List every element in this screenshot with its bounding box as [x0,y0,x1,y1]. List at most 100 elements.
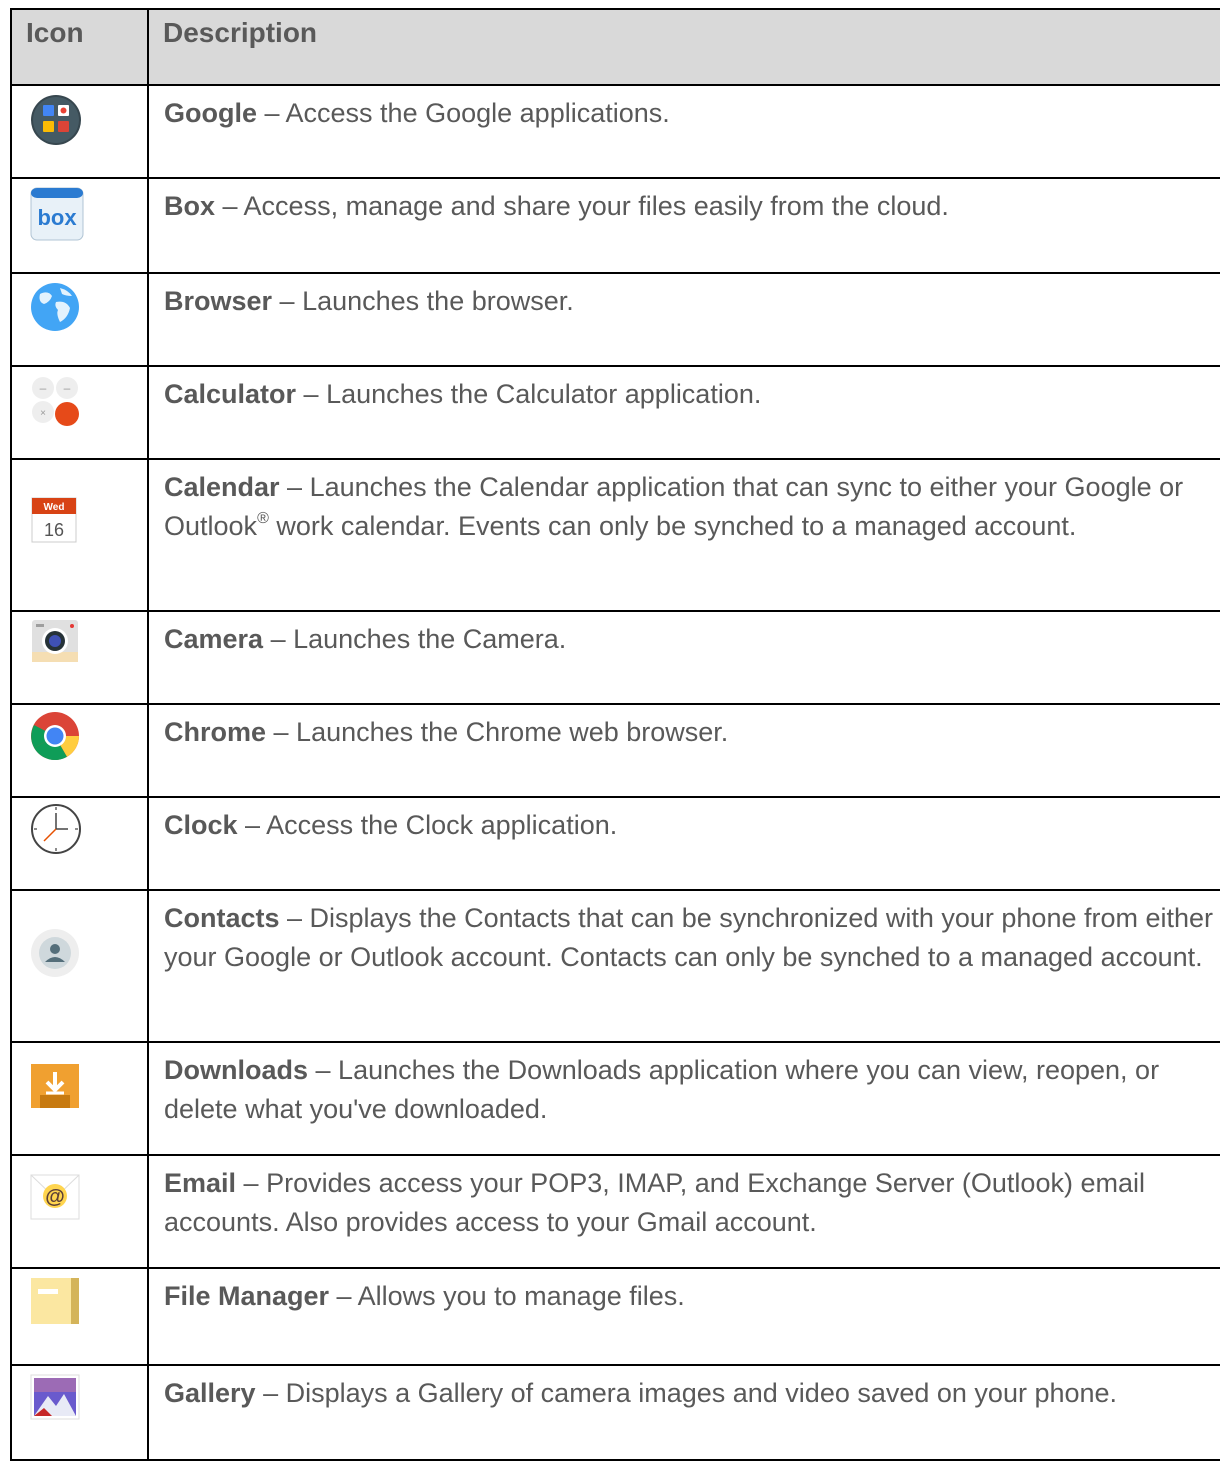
icon-cell [10,272,149,367]
app-description-cont: work calendar. Events can only be synche… [268,511,1077,541]
description-cell: Camera – Launches the Camera. [147,610,1220,705]
separator: – [296,379,327,409]
app-description: Displays a Gallery of camera images and … [285,1378,1118,1408]
clock-icon [31,804,81,854]
app-name: Email [164,1168,237,1198]
app-description: Access the Google applications. [285,98,670,128]
separator: – [329,1281,358,1311]
separator: – [308,1055,339,1085]
app-name: Gallery [164,1378,256,1408]
gallery-icon [30,1374,80,1420]
icon-cell [10,796,149,891]
file-manager-icon [31,1278,79,1324]
app-description: Displays the Contacts that can be synchr… [164,903,1214,972]
table-row: @ Email – Provides access your POP3, IMA… [10,1154,1220,1269]
icon-cell: @ [10,1154,149,1269]
app-description: Access, manage and share your files easi… [243,191,949,221]
app-name: Contacts [164,903,280,933]
email-icon: @ [30,1174,80,1220]
svg-text:@: @ [45,1186,65,1208]
app-description: Provides access your POP3, IMAP, and Exc… [164,1168,1145,1237]
calendar-icon: Wed 16 [31,497,77,543]
icon-cell [10,703,149,798]
table-row: Chrome – Launches the Chrome web browser… [10,703,1220,798]
icon-cell [10,1364,149,1461]
separator: – [257,98,286,128]
separator: – [279,472,310,502]
camera-icon [32,620,78,662]
app-name: Calculator [164,379,297,409]
app-name: Camera [164,624,264,654]
app-name: Chrome [164,717,267,747]
separator: – [237,810,267,840]
description-cell: Browser – Launches the browser. [147,272,1220,367]
calendar-day-label: Wed [44,502,65,513]
separator: – [236,1168,267,1198]
icon-cell: – – × [10,365,149,460]
table-row: Gallery – Displays a Gallery of camera i… [10,1364,1220,1461]
contacts-icon [31,929,79,977]
table-row: Browser – Launches the browser. [10,272,1220,367]
description-cell: Downloads – Launches the Downloads appli… [147,1041,1220,1156]
separator: – [266,717,297,747]
app-name: Downloads [164,1055,309,1085]
calendar-date-label: 16 [44,520,64,540]
description-cell: Clock – Access the Clock application. [147,796,1220,891]
icon-cell [10,84,149,179]
app-description: Access the Clock application. [266,810,618,840]
table-row: Contacts – Displays the Contacts that ca… [10,889,1220,1043]
app-name: Calendar [164,472,280,502]
description-cell: File Manager – Allows you to manage file… [147,1267,1220,1366]
table-row: Clock – Access the Clock application. [10,796,1220,891]
calculator-icon: – – × [32,377,79,426]
table-row: box Box – Access, manage and share your … [10,177,1220,274]
separator: – [279,903,310,933]
browser-globe-icon [31,283,79,331]
description-cell: Gallery – Displays a Gallery of camera i… [147,1364,1220,1461]
separator: – [272,286,303,316]
description-cell: Contacts – Displays the Contacts that ca… [147,889,1220,1043]
icon-cell: box [10,177,149,274]
separator: – [263,624,294,654]
icon-cell [10,610,149,705]
table-row: Camera – Launches the Camera. [10,610,1220,705]
table-row: Downloads – Launches the Downloads appli… [10,1041,1220,1156]
description-cell: Calculator – Launches the Calculator app… [147,365,1220,460]
app-description: Launches the Chrome web browser. [296,717,729,747]
table-row: File Manager – Allows you to manage file… [10,1267,1220,1366]
description-cell: Calendar – Launches the Calendar applica… [147,458,1220,612]
icon-cell [10,1267,149,1366]
svg-text:–: – [40,381,47,395]
app-description: Allows you to manage files. [357,1281,685,1311]
table-row: – – × Calculator – Launches the Calculat… [10,365,1220,460]
description-cell: Google – Access the Google applications. [147,84,1220,179]
header-description: Description [147,8,1220,86]
app-description: Launches the Camera. [293,624,567,654]
app-icon-table: Icon Description Google – Access the Goo… [10,8,1220,1461]
icon-cell [10,1041,149,1156]
google-folder-icon [31,95,81,145]
app-name: Browser [164,286,273,316]
app-description: Launches the browser. [302,286,574,316]
separator: – [215,191,244,221]
app-name: File Manager [164,1281,330,1311]
description-cell: Box – Access, manage and share your file… [147,177,1220,274]
app-name: Google [164,98,257,128]
downloads-icon [31,1064,79,1108]
app-name: Clock [164,810,238,840]
registered-mark: ® [257,510,269,527]
icon-cell: Wed 16 [10,458,149,612]
description-cell: Email – Provides access your POP3, IMAP,… [147,1154,1220,1269]
chrome-icon [31,712,79,761]
icon-cell [10,889,149,1043]
box-icon: box [30,187,84,241]
separator: – [255,1378,286,1408]
header-icon: Icon [10,8,149,86]
table-header-row: Icon Description [10,8,1220,86]
app-name: Box [164,191,216,221]
table-row: Google – Access the Google applications. [10,84,1220,179]
table-row: Wed 16 Calendar – Launches the Calendar … [10,458,1220,612]
description-cell: Chrome – Launches the Chrome web browser… [147,703,1220,798]
svg-text:box: box [37,205,77,230]
svg-text:×: × [40,408,46,419]
